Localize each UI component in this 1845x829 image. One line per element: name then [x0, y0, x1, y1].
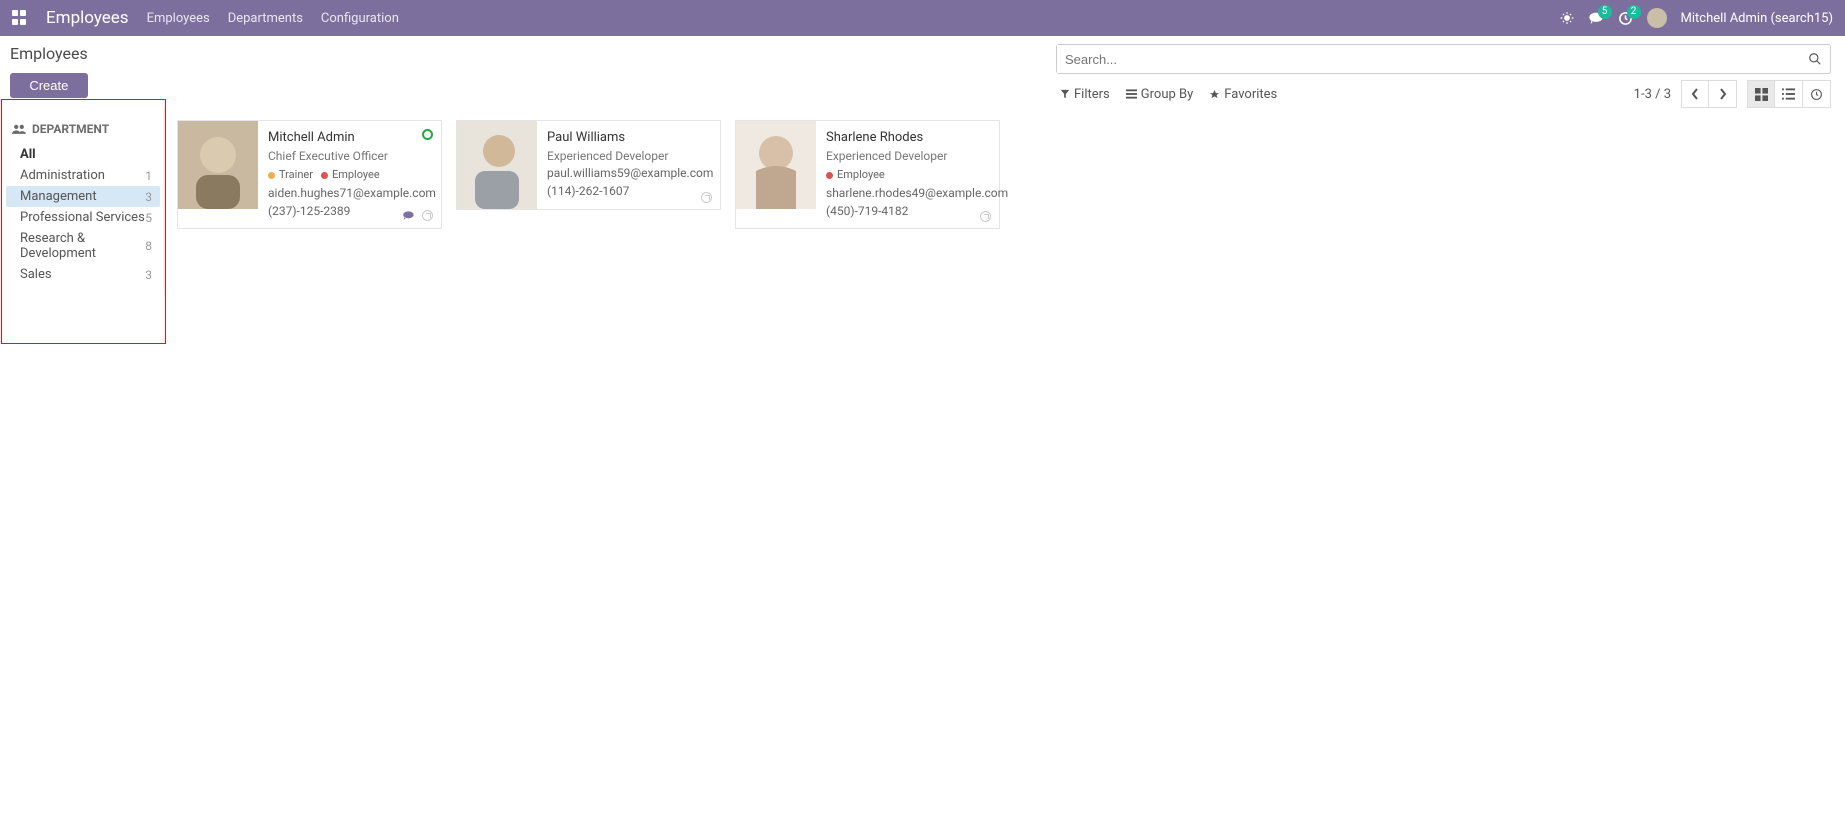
control-right: Filters Group By Favorites 1-3 / 3	[1056, 44, 1831, 108]
activity-icon[interactable]	[422, 210, 433, 221]
department-label: Administration	[20, 168, 105, 183]
filters-button[interactable]: Filters	[1060, 87, 1110, 102]
search-box[interactable]	[1056, 44, 1831, 74]
department-count: 8	[145, 239, 152, 253]
list-view-icon	[1782, 88, 1795, 100]
activities-icon[interactable]: 2	[1618, 11, 1633, 26]
department-item[interactable]: Sales 3	[6, 264, 160, 285]
employee-name: Mitchell Admin	[268, 129, 436, 148]
department-item[interactable]: Administration 1	[6, 165, 160, 186]
users-icon	[12, 123, 26, 135]
department-list: All Administration 1 Management 3 Profes…	[6, 144, 160, 285]
department-all[interactable]: All	[6, 144, 160, 165]
employee-phone: (114)-262-1607	[547, 183, 713, 200]
apps-icon[interactable]	[12, 10, 28, 26]
activities-badge: 2	[1627, 5, 1641, 19]
employee-email: paul.williams59@example.com	[547, 165, 713, 182]
debug-icon[interactable]	[1560, 11, 1574, 25]
tag-dot-icon	[268, 172, 275, 179]
star-icon	[1209, 89, 1220, 100]
department-item[interactable]: Research & Development 8	[6, 228, 160, 264]
department-label: Professional Services	[20, 210, 145, 225]
employee-title: Experienced Developer	[826, 148, 1008, 165]
navbar-left: Employees Employees Departments Configur…	[12, 8, 399, 28]
employee-email: aiden.hughes71@example.com	[268, 185, 436, 202]
department-item[interactable]: Professional Services 5	[6, 207, 160, 228]
pager-prev[interactable]	[1681, 80, 1709, 108]
employee-name: Sharlene Rhodes	[826, 129, 1008, 148]
employee-card[interactable]: Sharlene Rhodes Experienced Developer Em…	[735, 120, 1000, 229]
search-options: Filters Group By Favorites	[1056, 87, 1277, 102]
view-list[interactable]	[1775, 80, 1803, 108]
search-button[interactable]	[1800, 45, 1830, 73]
control-panel: Employees Create Filters Group By	[0, 36, 1845, 108]
department-all-label: All	[20, 147, 36, 162]
employee-name: Paul Williams	[547, 129, 713, 148]
create-button[interactable]: Create	[10, 73, 88, 98]
employee-photo	[178, 121, 258, 209]
pager-next[interactable]	[1709, 80, 1737, 108]
pager-text: 1-3 / 3	[1634, 87, 1671, 102]
employee-tags: Trainer Employee	[268, 167, 436, 183]
employee-photo	[457, 121, 537, 209]
user-name-label[interactable]: Mitchell Admin (search15)	[1681, 11, 1833, 26]
tag-dot-icon	[321, 172, 328, 179]
activity-icon[interactable]	[980, 211, 991, 222]
department-count: 3	[145, 190, 152, 204]
groupby-label: Group By	[1141, 87, 1194, 102]
clock-icon	[1810, 88, 1823, 101]
department-count: 5	[145, 211, 152, 225]
breadcrumb: Employees	[10, 44, 88, 63]
tag-dot-icon	[826, 172, 833, 179]
chevron-right-icon	[1719, 88, 1727, 100]
chevron-left-icon	[1691, 88, 1699, 100]
search-input[interactable]	[1057, 45, 1800, 73]
kanban-icon	[1755, 88, 1768, 101]
top-navbar: Employees Employees Departments Configur…	[0, 0, 1845, 36]
kanban-content: Mitchell Admin Chief Executive Officer T…	[165, 108, 1845, 295]
tag-label: Employee	[332, 167, 380, 183]
department-count: 1	[145, 169, 152, 183]
department-header-label: DEPARTMENT	[32, 122, 109, 136]
nav-link-employees[interactable]: Employees	[147, 11, 210, 26]
control-toolbar: Filters Group By Favorites 1-3 / 3	[1056, 80, 1831, 108]
department-label: Sales	[20, 267, 52, 282]
main-area: DEPARTMENT All Administration 1 Manageme…	[0, 108, 1845, 295]
department-header: DEPARTMENT	[6, 118, 160, 144]
tag-label: Employee	[837, 167, 885, 183]
list-icon	[1126, 89, 1137, 99]
view-activity[interactable]	[1803, 80, 1831, 108]
activity-icon[interactable]	[701, 192, 712, 203]
user-avatar[interactable]	[1647, 8, 1667, 28]
department-label: Management	[20, 189, 97, 204]
department-item[interactable]: Management 3	[6, 186, 160, 207]
messages-icon[interactable]: 5	[1588, 11, 1604, 25]
department-count: 3	[145, 268, 152, 282]
nav-link-configuration[interactable]: Configuration	[321, 11, 399, 26]
app-brand[interactable]: Employees	[46, 8, 129, 28]
control-left: Employees Create	[10, 44, 88, 98]
nav-link-departments[interactable]: Departments	[228, 11, 303, 26]
employee-email: sharlene.rhodes49@example.com	[826, 185, 1008, 202]
view-kanban[interactable]	[1747, 80, 1775, 108]
favorites-button[interactable]: Favorites	[1209, 87, 1277, 102]
employee-title: Chief Executive Officer	[268, 148, 436, 165]
employee-tags: Employee	[826, 167, 1008, 183]
tag-label: Trainer	[279, 167, 313, 183]
messages-badge: 5	[1598, 5, 1612, 19]
chat-icon[interactable]	[402, 210, 416, 222]
employee-card[interactable]: Mitchell Admin Chief Executive Officer T…	[177, 120, 442, 229]
pager-area: 1-3 / 3	[1634, 80, 1831, 108]
employee-card[interactable]: Paul Williams Experienced Developer paul…	[456, 120, 721, 210]
department-label: Research & Development	[20, 231, 145, 261]
sidebar: DEPARTMENT All Administration 1 Manageme…	[0, 108, 165, 295]
filters-label: Filters	[1074, 87, 1110, 102]
groupby-button[interactable]: Group By	[1126, 87, 1194, 102]
presence-online-icon	[422, 129, 433, 140]
employee-title: Experienced Developer	[547, 148, 713, 165]
employee-photo	[736, 121, 816, 209]
favorites-label: Favorites	[1224, 87, 1277, 102]
filter-icon	[1060, 89, 1070, 99]
navbar-right: 5 2 Mitchell Admin (search15)	[1560, 8, 1833, 28]
